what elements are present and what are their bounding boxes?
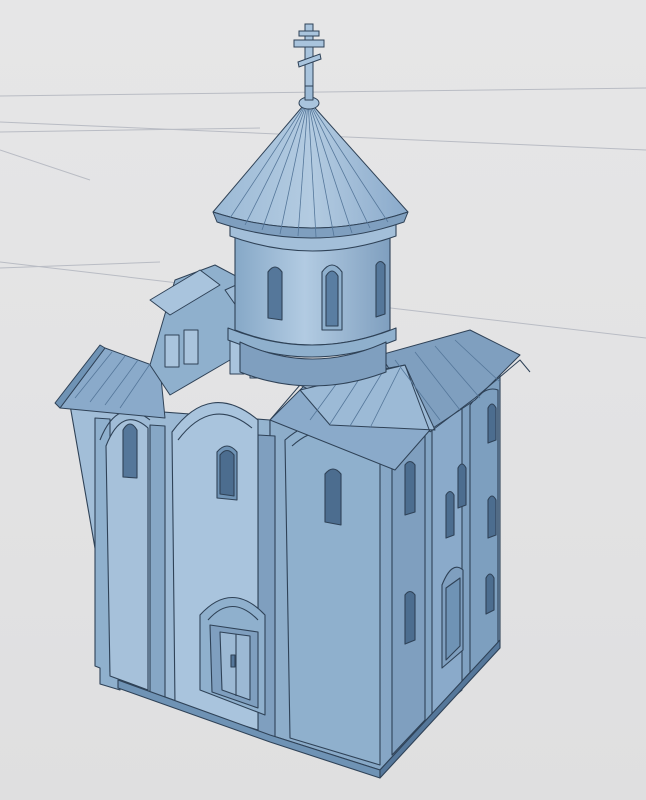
- conical-dome: [212, 81, 409, 239]
- orthodox-cross-icon: [293, 23, 325, 87]
- dome-drum: [227, 221, 397, 387]
- 3d-viewport[interactable]: [0, 0, 646, 800]
- model-render: [0, 23, 646, 779]
